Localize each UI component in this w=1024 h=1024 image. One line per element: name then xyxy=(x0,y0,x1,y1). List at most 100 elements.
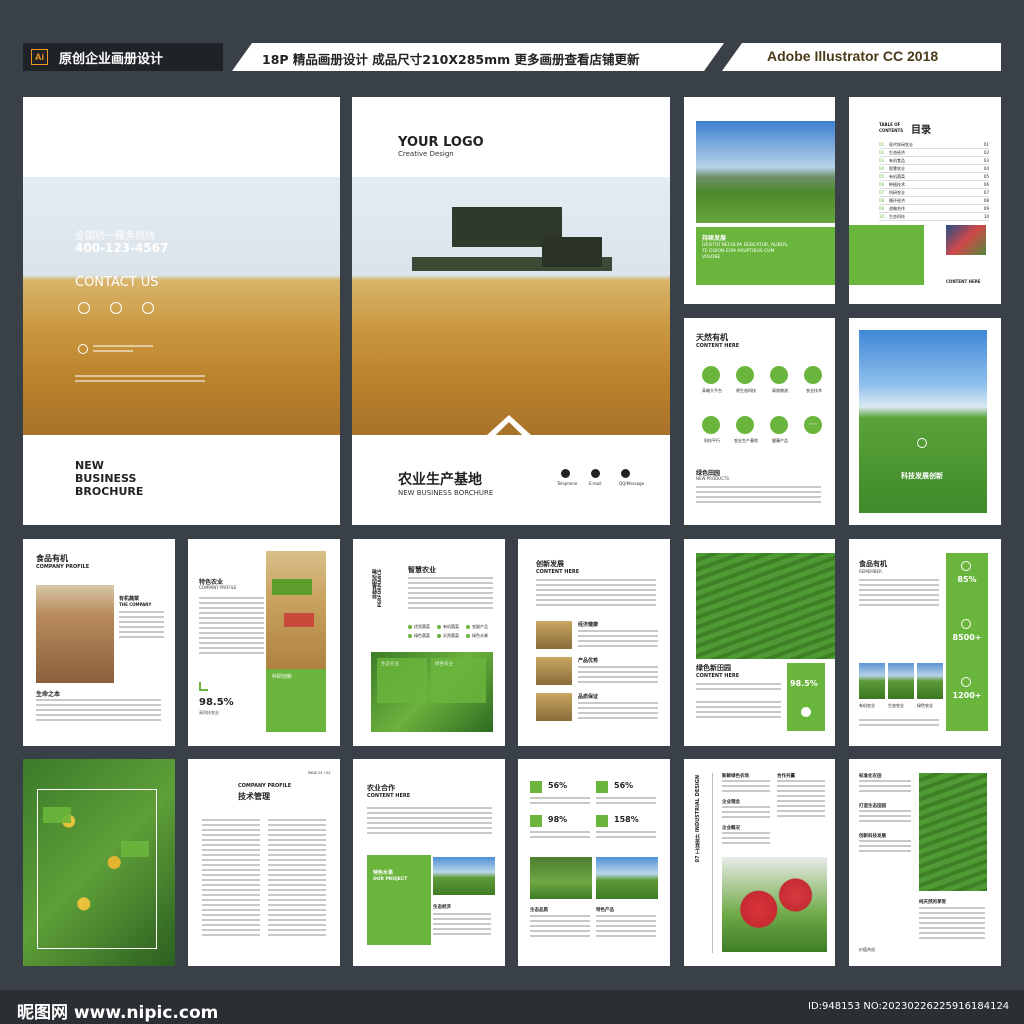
p17-body xyxy=(722,780,770,795)
p5-body xyxy=(696,486,821,506)
p12-body xyxy=(859,579,939,609)
toc-item-label: 战略合作 xyxy=(889,206,905,211)
p9-bullets: 优质蔬菜 有机蔬菜 农副产品 绿色蔬菜 天然蔬菜 绿色水果 xyxy=(408,624,493,644)
p10-row-title: 产品优秀 xyxy=(578,658,599,664)
p12-foot xyxy=(859,719,939,729)
text-line xyxy=(859,840,911,842)
p16-stat-value: 98% xyxy=(548,815,568,824)
p5-icon-label: 高端大平台 xyxy=(702,388,722,393)
p17-heading: 企业理念 xyxy=(722,800,740,805)
p12-photo xyxy=(859,663,885,699)
text-line xyxy=(722,816,770,818)
p16-stat-value: 56% xyxy=(548,781,568,790)
toc-item-label: 生态经济 xyxy=(889,150,905,155)
p10-row-body xyxy=(578,666,658,686)
text-line xyxy=(578,640,658,642)
page-8: 特色农业 COMPANY PROFILE 科研创新 98.5% 高科技农业 xyxy=(188,539,340,746)
toc-number: 06 xyxy=(879,182,885,187)
p16-stat-icon xyxy=(530,815,542,827)
p5-title: 天然有机 xyxy=(696,333,728,342)
p10-row-title: 品质保证 xyxy=(578,694,599,700)
text-line xyxy=(722,842,770,844)
toc-item: 03 有机食品 03 xyxy=(879,158,989,165)
p16-caption-2: 特色产品 xyxy=(596,908,614,913)
toc-page: 08 xyxy=(983,198,989,203)
p16-stat-icon xyxy=(596,781,608,793)
p17-heading: 合作共赢 xyxy=(777,774,795,779)
p10-title: 创新发展 xyxy=(536,560,564,568)
p18-heading: 创新科技发展 xyxy=(859,834,886,839)
contact-icons xyxy=(78,302,158,316)
phone-icon xyxy=(561,469,570,478)
p18-body xyxy=(859,840,911,855)
bullet-dot-icon xyxy=(408,634,412,638)
toc-item: 04 智慧农业 04 xyxy=(879,166,989,173)
p11-list xyxy=(696,701,781,721)
text-line xyxy=(777,780,825,782)
p12-stat-icon xyxy=(961,677,971,687)
text-line xyxy=(578,645,658,647)
p10-row-title: 经济健康 xyxy=(578,622,599,628)
p9-bullet-label: 优质蔬菜 xyxy=(414,624,430,629)
hotline-phone: 400-123-4567 xyxy=(75,241,169,255)
p10-body xyxy=(536,579,656,609)
p15-caption: 生态经济 xyxy=(433,905,451,910)
page-18: 标准化农田 打造生态田园 创新科技发展 纯天然的享受 价值共创 xyxy=(849,759,1001,966)
p8-caption: 科研创新 xyxy=(272,674,293,680)
p12-photos: 有机农业 生态农业 绿色农业 xyxy=(859,663,944,713)
page-16: 56% 56% 98% 158% 生态品质 特色产品 xyxy=(518,759,670,966)
plowed-field-image xyxy=(36,585,114,683)
toc-page: 03 xyxy=(983,158,989,163)
p17-body xyxy=(722,806,770,821)
text-line xyxy=(578,676,658,678)
contact-us: CONTACT US xyxy=(75,275,159,290)
p7-side-sub: THE COMPANY xyxy=(119,602,152,607)
p12-title: 食品有机 xyxy=(859,560,887,568)
p13-box-2 xyxy=(121,841,149,857)
p15-body xyxy=(367,807,492,837)
toc-item: 10 生态科技 10 xyxy=(879,214,989,221)
p8-subtitle: COMPANY PROFILE xyxy=(199,585,237,590)
header-right-title: Adobe Illustrator CC 2018 xyxy=(767,48,939,64)
page-10: 创新发展 CONTENT HERE 经济健康 产品优秀 品质保证 xyxy=(518,539,670,746)
text-line xyxy=(722,837,770,839)
toc-number: 08 xyxy=(879,198,885,203)
toc-number: 09 xyxy=(879,206,885,211)
toc-item: 05 有机蔬菜 05 xyxy=(879,174,989,181)
p9-bullet-label: 有机蔬菜 xyxy=(443,624,459,629)
text-line xyxy=(777,805,825,807)
text-line xyxy=(722,832,770,834)
page-13 xyxy=(23,759,175,966)
p16-stat-icon xyxy=(530,781,542,793)
text-line xyxy=(596,797,656,799)
bullet-dot-icon xyxy=(437,625,441,629)
p7-side-title: 有机蔬菜 xyxy=(119,596,140,602)
p16-body-1 xyxy=(530,915,590,940)
bullet-dot-icon xyxy=(466,625,470,629)
footer-logo[interactable]: 昵图网 www.nipic.com xyxy=(17,998,218,1023)
toc-item-label: 现代休闲农业 xyxy=(889,142,913,147)
page-4-toc: TABLE OF CONTENTS 目录 01 现代休闲农业 01 02 生态经济 02 0… xyxy=(849,97,1001,304)
text-line xyxy=(578,630,658,632)
p15-caption-body xyxy=(433,913,491,938)
page-5: 天然有机 CONTENT HERE 高端大平台 原生态科技 高效物流 农业技术 科技平行… xyxy=(684,318,835,525)
header-left-banner: Ai 原创企业画册设计 xyxy=(23,43,223,71)
page-14: PAGE 01 / 02 COMPANY PROFILE 技术管理 xyxy=(188,759,340,966)
text-line xyxy=(578,712,658,714)
p14-col-2 xyxy=(268,819,326,939)
flask-icon xyxy=(702,416,720,434)
toc-item-label: 有机蔬菜 xyxy=(889,174,905,179)
location-icon xyxy=(78,344,88,354)
p5-icon-label: 农业生产基地 xyxy=(734,438,758,443)
toc-page: 06 xyxy=(983,182,989,187)
p16-image-1 xyxy=(530,857,592,899)
toc-number: 03 xyxy=(879,158,885,163)
p5-icon-label: 农业技术 xyxy=(806,388,822,393)
p3-body: DESITIO NECULPA DEBCATUR, ALIBUS, TE ODI… xyxy=(702,243,789,260)
mountain-field-image xyxy=(696,121,835,223)
p15-subtitle: CONTENT HERE xyxy=(367,793,411,799)
toc-item-label: 科研农业 xyxy=(889,190,905,195)
toc-page: 07 xyxy=(983,190,989,195)
p16-stat-value: 56% xyxy=(614,781,634,790)
toc-item-label: 智慧农业 xyxy=(889,166,905,171)
